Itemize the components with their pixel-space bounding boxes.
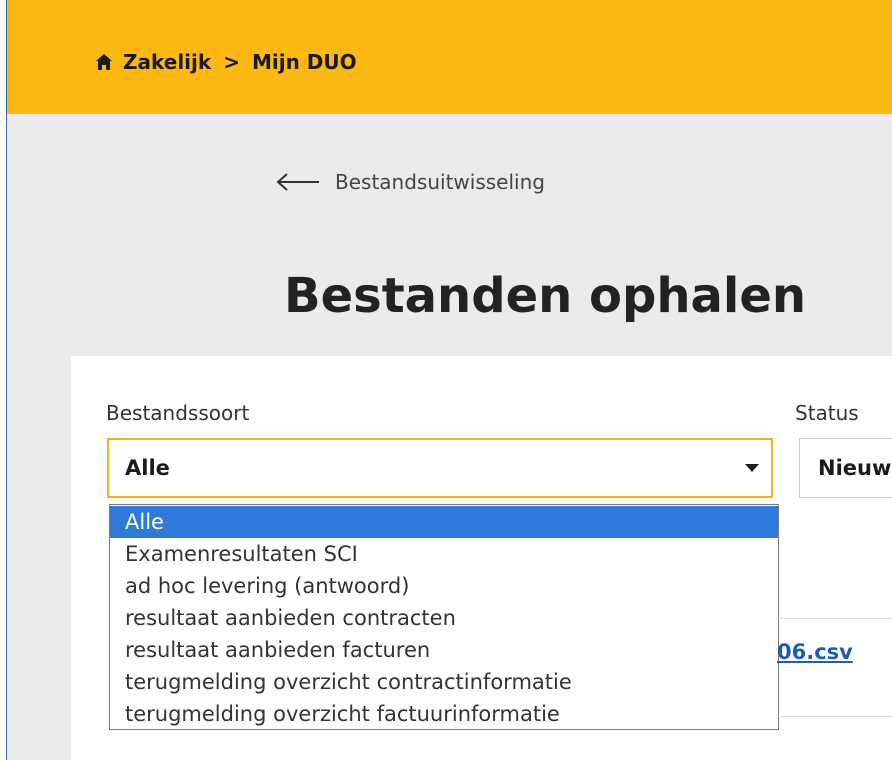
page-title: Bestanden ophalen <box>284 268 807 324</box>
dropdown-option-factuurinformatie[interactable]: terugmelding overzicht factuurinformatie <box>110 698 778 730</box>
status-label: Status <box>795 401 859 425</box>
caret-down-icon <box>745 464 759 472</box>
back-link-label: Bestandsuitwisseling <box>335 170 545 194</box>
row-divider <box>777 618 892 619</box>
dropdown-option-facturen[interactable]: resultaat aanbieden facturen <box>110 634 778 666</box>
dropdown-option-contracten[interactable]: resultaat aanbieden contracten <box>110 602 778 634</box>
header-bar: Zakelijk > Mijn DUO <box>7 0 892 114</box>
breadcrumb-home-link[interactable]: Zakelijk <box>123 50 211 74</box>
dropdown-option-contractinformatie[interactable]: terugmelding overzicht contractinformati… <box>110 666 778 698</box>
status-selected-value: Nieuw <box>818 456 892 480</box>
file-download-link[interactable]: 06.csv <box>777 640 853 664</box>
file-type-select[interactable]: Alle <box>107 438 773 498</box>
filter-panel: Bestandssoort Status Alle Nieuw Alle Exa… <box>71 356 892 760</box>
file-type-selected-value: Alle <box>125 456 170 480</box>
home-icon <box>96 54 112 70</box>
arrow-left-icon <box>276 173 319 191</box>
dropdown-option-ad-hoc-levering[interactable]: ad hoc levering (antwoord) <box>110 570 778 602</box>
breadcrumb: Zakelijk > Mijn DUO <box>95 50 357 74</box>
back-link[interactable]: Bestandsuitwisseling <box>275 170 545 194</box>
row-divider <box>777 716 892 717</box>
dropdown-option-alle[interactable]: Alle <box>110 506 778 538</box>
app-frame: Zakelijk > Mijn DUO Bestandsuitwisseling… <box>6 0 892 760</box>
dropdown-option-examenresultaten[interactable]: Examenresultaten SCI <box>110 538 778 570</box>
file-type-dropdown-list: Alle Examenresultaten SCI ad hoc leverin… <box>109 504 779 730</box>
status-select[interactable]: Nieuw <box>799 438 892 498</box>
file-type-label: Bestandssoort <box>106 401 250 425</box>
breadcrumb-current-link[interactable]: Mijn DUO <box>252 50 357 74</box>
breadcrumb-separator: > <box>223 50 240 74</box>
